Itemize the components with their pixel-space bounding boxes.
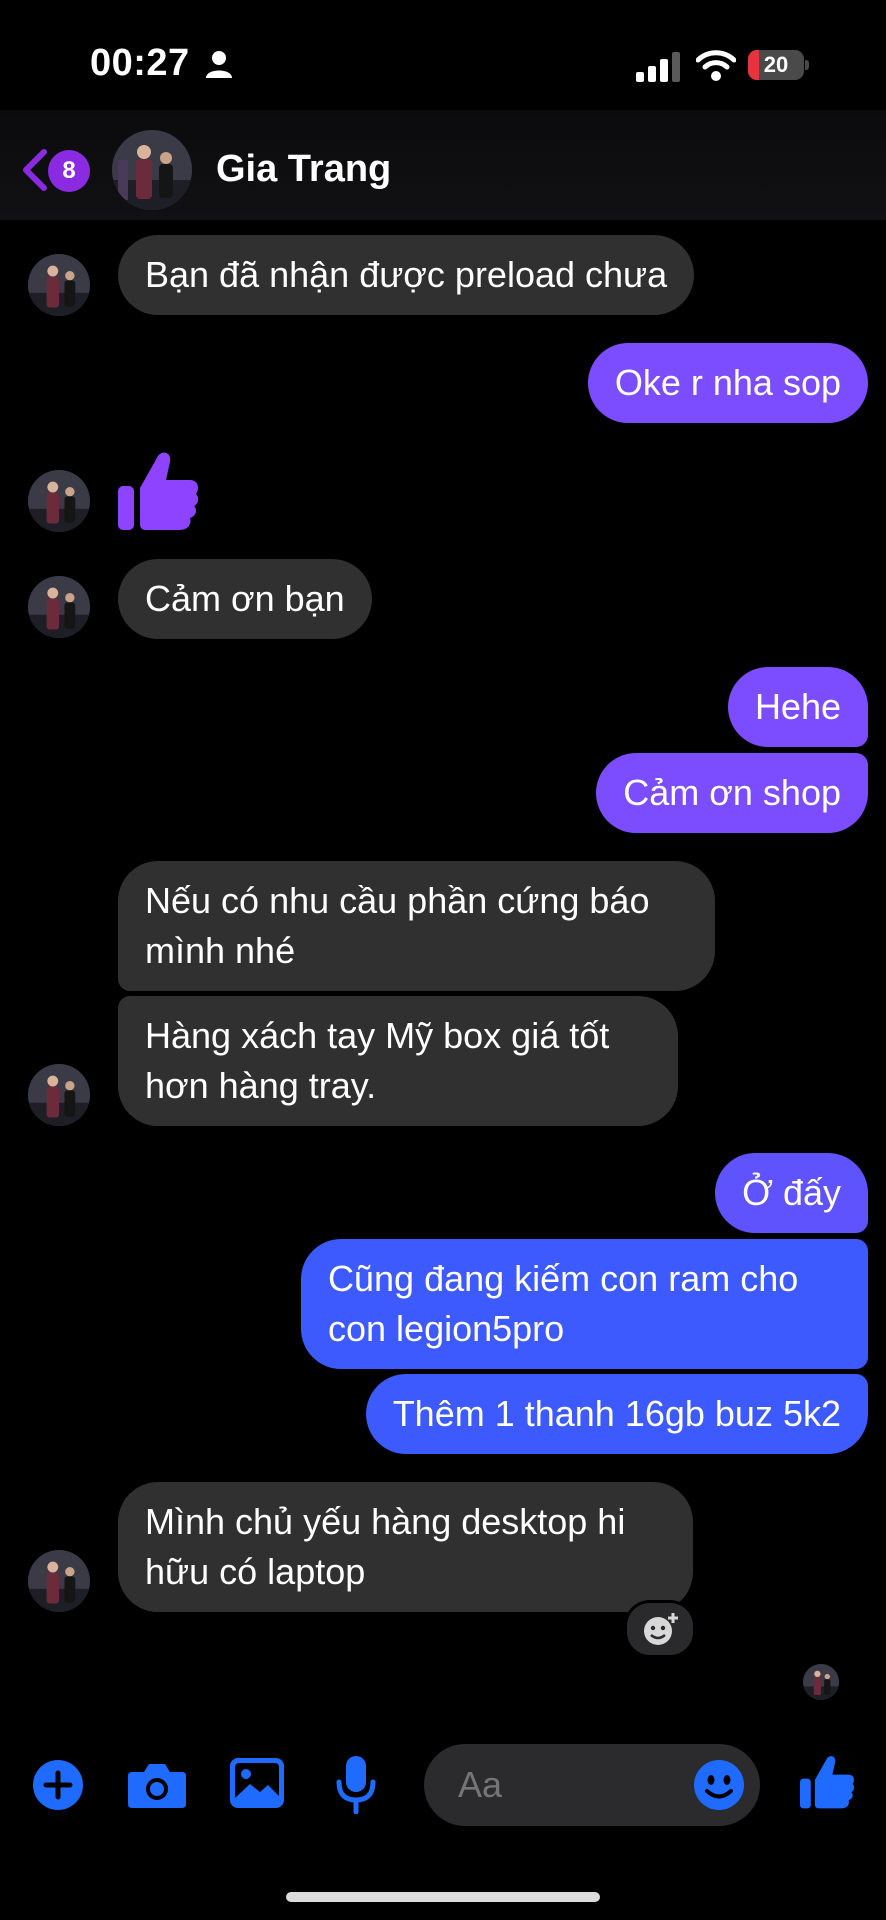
photo-gallery-icon[interactable]: [230, 1758, 284, 1808]
message-line: con legion5pro: [328, 1308, 565, 1349]
contact-name[interactable]: Gia Trang: [216, 148, 391, 191]
battery-indicator: 20: [748, 50, 810, 80]
message-bubble-incoming[interactable]: Bạn đã nhận được preload chưa: [118, 235, 695, 315]
message-bubble-outgoing[interactable]: Cảm ơn shop: [596, 753, 868, 833]
emoji-icon[interactable]: [694, 1760, 744, 1810]
unread-count-badge[interactable]: 8: [48, 150, 90, 192]
message-bubble-outgoing[interactable]: Oke r nha sop: [587, 343, 868, 423]
message-bubble-incoming[interactable]: Nếu có nhu cầu phần cứng báo mình nhé: [118, 861, 715, 991]
message-bubble-outgoing[interactable]: Ở đấy: [715, 1153, 868, 1233]
contact-avatar-small[interactable]: [28, 576, 90, 638]
camera-icon[interactable]: [128, 1760, 186, 1808]
add-reaction-button[interactable]: [624, 1600, 696, 1658]
message-line: hơn hàng tray.: [145, 1065, 377, 1106]
message-bubble-outgoing[interactable]: Thêm 1 thanh 16gb buz 5k2: [365, 1374, 868, 1454]
contact-avatar[interactable]: [112, 130, 192, 210]
message-line: hữu có laptop: [145, 1551, 366, 1592]
message-bubble-incoming[interactable]: Cảm ơn bạn: [118, 559, 372, 639]
contact-avatar-small[interactable]: [28, 1064, 90, 1126]
wifi-icon: [696, 50, 736, 81]
add-reaction-icon: [644, 1613, 678, 1645]
message-composer[interactable]: [424, 1744, 760, 1826]
message-line: Nếu có nhu cầu phần cứng báo: [145, 880, 650, 921]
message-line: Cũng đang kiếm con ram cho: [328, 1258, 799, 1299]
person-icon: [206, 51, 232, 78]
seen-receipt-avatar: [803, 1664, 839, 1700]
plus-icon[interactable]: [33, 1760, 83, 1810]
contact-avatar-small[interactable]: [28, 254, 90, 316]
message-bubble-outgoing[interactable]: Cũng đang kiếm con ram cho con legion5pr…: [301, 1239, 868, 1369]
back-chevron-icon[interactable]: [20, 148, 48, 192]
message-bubble-outgoing[interactable]: Hehe: [727, 667, 868, 747]
battery-level-text: 20: [763, 52, 789, 77]
message-line: mình nhé: [145, 930, 296, 971]
message-line: Hàng xách tay Mỹ box giá tốt: [145, 1015, 610, 1056]
message-bubble-incoming[interactable]: Hàng xách tay Mỹ box giá tốt hơn hàng tr…: [118, 996, 678, 1126]
cellular-signal-icon: [636, 52, 680, 82]
contact-avatar-small[interactable]: [28, 470, 90, 532]
contact-avatar-small[interactable]: [28, 1550, 90, 1612]
microphone-icon[interactable]: [336, 1756, 376, 1814]
like-button-icon[interactable]: [800, 1754, 854, 1810]
thumbs-up-icon[interactable]: [118, 450, 198, 532]
message-line: Mình chủ yếu hàng desktop hi: [145, 1501, 626, 1542]
status-time: 00:27: [90, 42, 190, 84]
home-indicator[interactable]: [286, 1892, 600, 1902]
message-bubble-incoming[interactable]: Mình chủ yếu hàng desktop hi hữu có lapt…: [118, 1482, 693, 1612]
message-input[interactable]: [458, 1744, 678, 1826]
